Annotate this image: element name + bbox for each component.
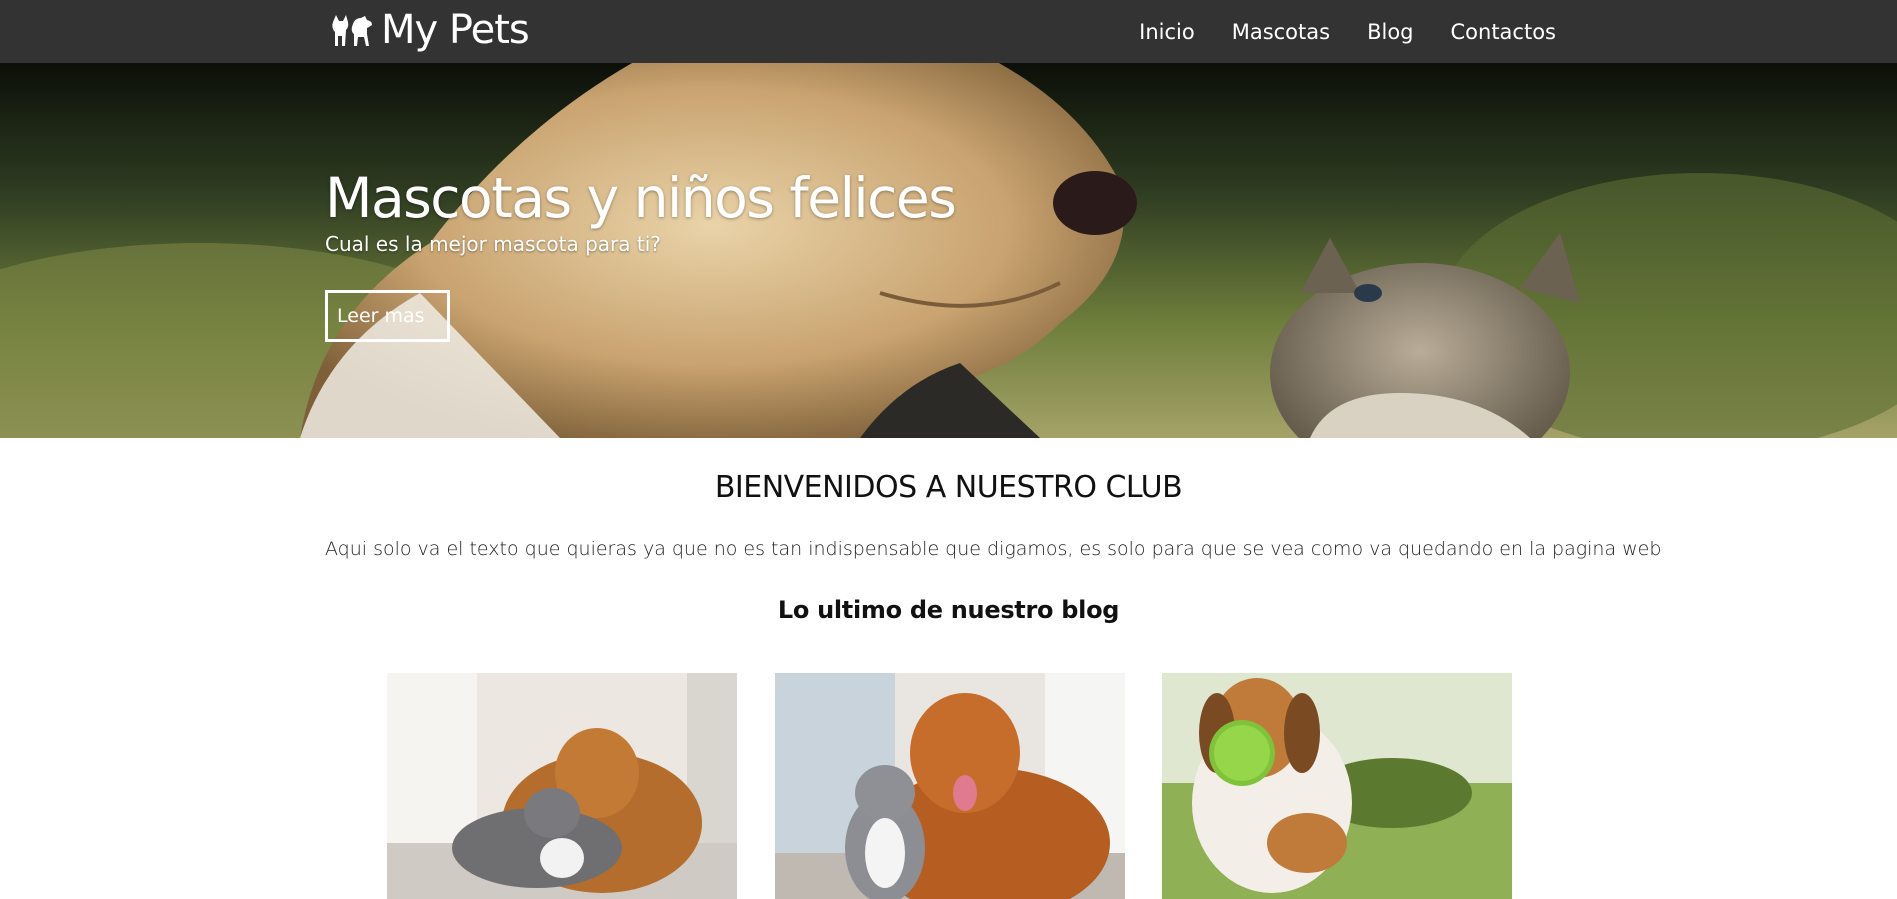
hero-title: Mascotas y niños felices — [325, 166, 957, 230]
hero-subtitle: Cual es la mejor mascota para ti? — [325, 232, 661, 256]
pet-dog-cat-icon — [332, 15, 372, 46]
welcome-title: BIENVENIDOS A NUESTRO CLUB — [714, 470, 1183, 505]
nav-link-inicio[interactable]: Inicio — [1139, 20, 1195, 44]
blog-cards — [387, 673, 1512, 899]
hero-content: Mascotas y niños felices Cual es la mejo… — [325, 166, 957, 342]
main-nav: Inicio Mascotas Blog Contactos — [1139, 0, 1556, 63]
brand-link[interactable]: My Pets — [331, 6, 530, 54]
navbar: My Pets Inicio Mascotas Blog Contactos — [0, 0, 1897, 63]
blog-card-3[interactable] — [1162, 673, 1512, 899]
hero-banner: Mascotas y niños felices Cual es la mejo… — [0, 63, 1897, 438]
blog-section-title: Lo ultimo de nuestro blog — [777, 596, 1120, 624]
blog-card-1[interactable] — [387, 673, 737, 899]
nav-link-mascotas[interactable]: Mascotas — [1232, 20, 1330, 44]
dog-and-kitten-sitting-photo — [775, 673, 1125, 899]
nav-link-contactos[interactable]: Contactos — [1451, 20, 1557, 44]
welcome-text: Aqui solo va el texto que quieras ya que… — [325, 538, 1662, 560]
brand-title: My Pets — [381, 7, 530, 53]
nav-link-blog[interactable]: Blog — [1367, 20, 1413, 44]
dog-and-cat-cuddling-photo — [387, 673, 737, 899]
read-more-button[interactable]: Leer mas — [325, 290, 450, 342]
blog-card-2[interactable] — [775, 673, 1125, 899]
beagle-with-ball-photo — [1162, 673, 1512, 899]
